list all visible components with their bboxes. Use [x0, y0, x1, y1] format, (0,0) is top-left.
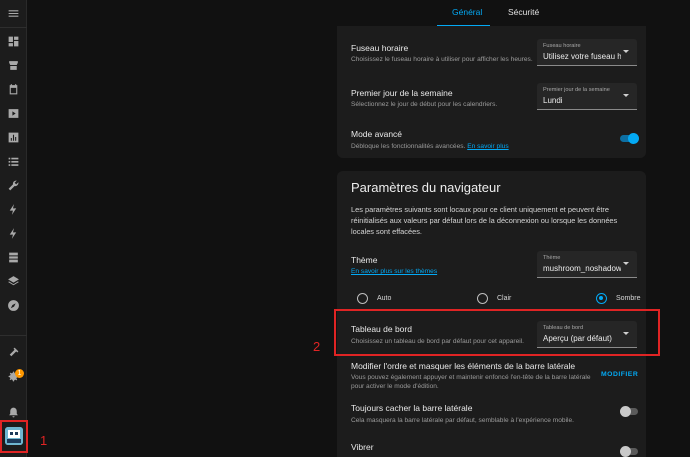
toggle-knob: [620, 446, 631, 457]
chart-icon[interactable]: [5, 129, 22, 146]
hide-sidebar-description: Cela masquera la barre latérale par défa…: [351, 417, 575, 424]
radio-auto[interactable]: [357, 293, 368, 304]
tab-security[interactable]: Sécurité: [508, 7, 539, 17]
timezone-select-value: Utilisez votre fuseau h: [543, 52, 621, 61]
advanced-mode-toggle[interactable]: [620, 133, 639, 144]
sidebar-edit-description: Vous pouvez également appuyer et mainten…: [351, 374, 591, 390]
menu-icon[interactable]: [5, 5, 22, 22]
energy-icon[interactable]: [5, 225, 22, 242]
store-icon[interactable]: [5, 57, 22, 74]
toggle-knob: [628, 133, 639, 144]
compass-icon[interactable]: [5, 297, 22, 314]
notification-badge: 1: [15, 369, 24, 378]
theme-select[interactable]: Thème mushroom_noshadow: [537, 251, 637, 278]
annotation-box-1: [0, 420, 28, 453]
browser-settings-intro: Les paramètres suivants sont locaux pour…: [351, 205, 618, 236]
sidebar-edit-title: Modifier l'ordre et masquer les éléments…: [351, 361, 576, 371]
radio-light[interactable]: [477, 293, 488, 304]
hide-sidebar-title: Toujours cacher la barre latérale: [351, 403, 473, 413]
advanced-learn-more-link[interactable]: En savoir plus: [467, 143, 508, 150]
radio-dark[interactable]: [596, 293, 607, 304]
radio-dark-label: Sombre: [616, 295, 641, 302]
dashboard-icon[interactable]: [5, 33, 22, 50]
annotation-label-2: 2: [313, 339, 321, 354]
advanced-mode-title: Mode avancé: [351, 129, 403, 139]
sidebar-divider: [0, 335, 27, 336]
first-day-select[interactable]: Premier jour de la semaine Lundi: [537, 83, 637, 110]
toggle-knob: [620, 406, 631, 417]
timezone-select[interactable]: Fuseau horaire Utilisez votre fuseau h: [537, 39, 637, 66]
media-icon[interactable]: [5, 105, 22, 122]
chevron-down-icon: [623, 94, 629, 97]
radio-light-label: Clair: [497, 295, 512, 302]
list-icon[interactable]: [5, 153, 22, 170]
theme-title: Thème: [351, 255, 378, 265]
theme-learn-more-link[interactable]: En savoir plus sur les thèmes: [351, 267, 437, 276]
tab-general[interactable]: Général: [452, 7, 482, 17]
server-icon[interactable]: [5, 249, 22, 266]
hide-sidebar-toggle[interactable]: [620, 406, 638, 417]
calendar-icon[interactable]: [5, 81, 22, 98]
sidebar-edit-button[interactable]: MODIFIER: [601, 371, 638, 378]
sidebar: 1: [0, 0, 27, 457]
hammer-icon[interactable]: [5, 344, 22, 361]
vibrate-toggle[interactable]: [620, 446, 638, 457]
first-day-select-value: Lundi: [543, 96, 563, 105]
wrench-icon[interactable]: [5, 177, 22, 194]
theme-select-value: mushroom_noshadow: [543, 264, 621, 273]
timezone-description: Choisissez le fuseau horaire à utiliser …: [351, 56, 533, 63]
chevron-down-icon: [623, 262, 629, 265]
timezone-select-label: Fuseau horaire: [543, 43, 581, 49]
sidebar-divider: [0, 27, 27, 28]
advanced-mode-description: Débloque les fonctionnalités avancées. E…: [351, 143, 509, 150]
timezone-title: Fuseau horaire: [351, 43, 409, 53]
app-root: 1 1 Général Sécurité Fuseau horaire Choi…: [0, 0, 690, 457]
first-day-title: Premier jour de la semaine: [351, 88, 453, 98]
annotation-box-2: [334, 309, 660, 356]
layers-icon[interactable]: [5, 273, 22, 290]
first-day-select-label: Premier jour de la semaine: [543, 87, 610, 93]
radio-auto-label: Auto: [377, 295, 392, 302]
vibrate-title: Vibrer: [351, 442, 374, 452]
bell-icon[interactable]: [5, 404, 22, 421]
browser-settings-heading: Paramètres du navigateur: [351, 180, 501, 195]
theme-select-label: Thème: [543, 255, 561, 261]
top-tabs: [28, 0, 690, 28]
chevron-down-icon: [623, 50, 629, 53]
first-day-description: Sélectionnez le jour de début pour les c…: [351, 101, 498, 108]
annotation-label-1: 1: [40, 433, 48, 448]
lightning-icon[interactable]: [5, 201, 22, 218]
